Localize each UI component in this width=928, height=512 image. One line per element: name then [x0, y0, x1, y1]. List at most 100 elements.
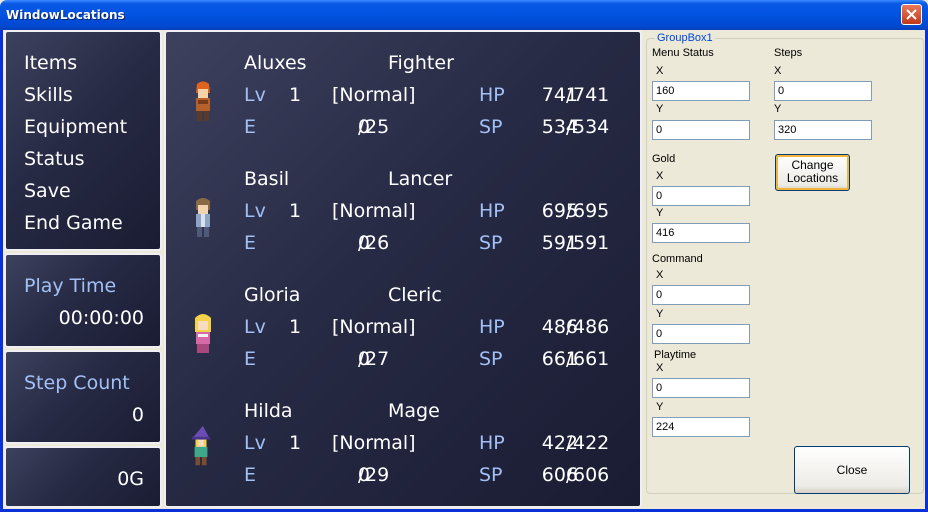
gold-y-input[interactable] [652, 223, 750, 243]
menu-item-status[interactable]: Status [24, 148, 85, 170]
command-label: Command [652, 253, 703, 265]
hp-label: HP [479, 432, 505, 454]
hp-separator: / [566, 200, 573, 222]
playtime-x-label: X [656, 362, 664, 374]
level-label: Lv [244, 316, 266, 338]
menu-status-x-label: X [656, 65, 664, 77]
gold-x-input[interactable] [652, 186, 750, 206]
actor-name: Gloria [244, 284, 301, 306]
command-x-input[interactable] [652, 285, 750, 305]
gold-x-label: X [656, 170, 664, 182]
actor-class: Cleric [388, 284, 442, 306]
command-y-input[interactable] [652, 324, 750, 344]
actor-exp-next: 26 [365, 232, 390, 254]
change-locations-button[interactable]: Change Locations [775, 154, 850, 191]
actor-hp-max: 695 [573, 200, 610, 222]
playtime-window: Play Time 00:00:00 [4, 253, 162, 348]
actor-state: [Normal] [332, 200, 416, 222]
command-window: Items Skills Equipment Status Save End G… [4, 30, 162, 251]
fighter-sprite-icon [196, 81, 210, 121]
menu-item-save[interactable]: Save [24, 180, 71, 202]
actor-sp-max: 606 [573, 464, 610, 486]
exp-separator: / [358, 116, 365, 138]
sp-label: SP [479, 116, 503, 138]
mage-sprite-icon [191, 425, 211, 466]
gold-value: 0G [117, 468, 144, 490]
steps-label: Steps [774, 47, 803, 59]
sp-label: SP [479, 464, 503, 486]
playtime-label: Play Time [24, 275, 117, 297]
level-label: Lv [244, 432, 266, 454]
sp-label: SP [479, 232, 503, 254]
actor-level: 1 [289, 200, 302, 222]
exp-separator: / [358, 348, 365, 370]
sp-separator: / [566, 464, 573, 486]
actor-hp-max: 486 [573, 316, 610, 338]
exp-separator: / [358, 232, 365, 254]
hp-separator: / [566, 432, 573, 454]
playtime-y-input[interactable] [652, 417, 750, 437]
steps-y-input[interactable] [774, 120, 872, 140]
steps-y-label: Y [774, 103, 782, 115]
level-label: Lv [244, 200, 266, 222]
hp-label: HP [479, 84, 505, 106]
step-count-value: 0 [131, 404, 144, 426]
actor-name: Hilda [244, 400, 293, 422]
exp-label: E [244, 232, 257, 254]
actor-exp-next: 29 [365, 464, 390, 486]
sp-label: SP [479, 348, 503, 370]
actor-exp-next: 25 [365, 116, 390, 138]
exp-label: E [244, 116, 257, 138]
close-window-icon[interactable] [901, 4, 922, 25]
menu-status-window: Aluxes Fighter Lv 1 [Normal] HP 741 / 74… [164, 30, 642, 508]
exp-separator: / [358, 464, 365, 486]
actor-class: Mage [388, 400, 440, 422]
actor-state: [Normal] [332, 316, 416, 338]
actor-class: Fighter [388, 52, 454, 74]
menu-item-skills[interactable]: Skills [24, 84, 73, 106]
hp-separator: / [566, 84, 573, 106]
menu-item-equipment[interactable]: Equipment [24, 116, 127, 138]
close-button[interactable]: Close [794, 446, 910, 494]
gold-label: Gold [652, 153, 676, 165]
menu-item-end-game[interactable]: End Game [24, 212, 123, 234]
actor-level: 1 [289, 432, 302, 454]
sp-separator: / [566, 116, 573, 138]
command-y-label: Y [656, 308, 664, 320]
actor-name: Aluxes [244, 52, 307, 74]
actor-name: Basil [244, 168, 290, 190]
gold-window: 0G [4, 446, 162, 508]
actor-class: Lancer [388, 168, 453, 190]
window-title: WindowLocations [6, 8, 125, 22]
menu-status-x-input[interactable] [652, 81, 750, 101]
exp-label: E [244, 348, 257, 370]
playtime-x-input[interactable] [652, 378, 750, 398]
groupbox-legend: GroupBox1 [655, 32, 715, 44]
sp-separator: / [566, 348, 573, 370]
hp-label: HP [479, 316, 505, 338]
menu-status-y-input[interactable] [652, 120, 750, 140]
title-bar[interactable]: WindowLocations [0, 0, 928, 30]
actor-hp-max: 741 [573, 84, 610, 106]
cleric-sprite-icon [195, 314, 211, 353]
actor-level: 1 [289, 84, 302, 106]
actor-sp-max: 591 [573, 232, 610, 254]
actor-hp-max: 422 [573, 432, 610, 454]
actor-sp-max: 534 [573, 116, 610, 138]
command-x-label: X [656, 269, 664, 281]
exp-label: E [244, 464, 257, 486]
hp-separator: / [566, 316, 573, 338]
steps-x-label: X [774, 65, 782, 77]
steps-x-input[interactable] [774, 81, 872, 101]
steps-window: Step Count 0 [4, 350, 162, 444]
actor-state: [Normal] [332, 84, 416, 106]
sp-separator: / [566, 232, 573, 254]
actor-level: 1 [289, 316, 302, 338]
menu-item-items[interactable]: Items [24, 52, 77, 74]
playtime-label: Playtime [654, 349, 697, 361]
level-label: Lv [244, 84, 266, 106]
actor-state: [Normal] [332, 432, 416, 454]
playtime-value: 00:00:00 [58, 307, 144, 329]
playtime-y-label: Y [656, 401, 664, 413]
lancer-sprite-icon [196, 198, 210, 237]
